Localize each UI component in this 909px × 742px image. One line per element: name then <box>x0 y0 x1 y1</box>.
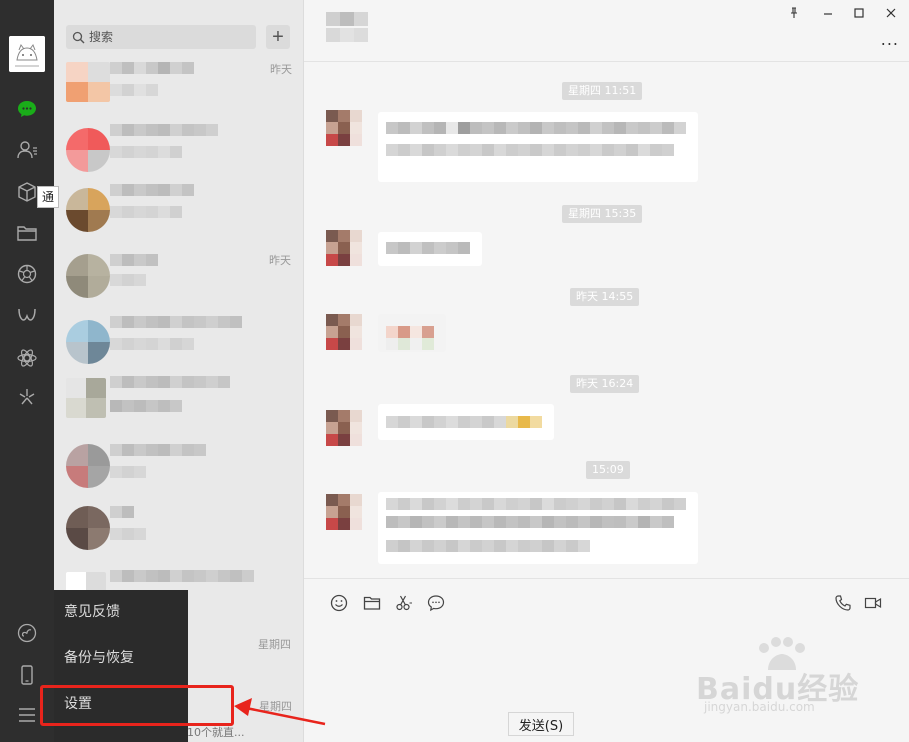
gear-flower-icon[interactable] <box>14 345 40 371</box>
menu-item-feedback[interactable]: 意见反馈 <box>54 590 188 634</box>
avatar <box>326 494 362 530</box>
avatar <box>66 320 110 364</box>
list-item[interactable] <box>54 178 303 240</box>
avatar-cat-icon <box>9 36 45 72</box>
message-bubble[interactable] <box>378 492 698 564</box>
mini-program-icon[interactable] <box>14 620 40 646</box>
avatar <box>326 410 362 446</box>
moments-icon[interactable] <box>14 261 40 287</box>
avatar[interactable] <box>9 36 45 72</box>
nav-tooltip: 通 <box>37 186 60 208</box>
avatar <box>66 506 110 550</box>
chat-panel: ... 星期四 11:51 星期四 15:35 昨天 14:55 昨天 16:2… <box>304 0 909 742</box>
search-icon <box>72 31 85 43</box>
conversation-time: 昨天 <box>270 63 292 76</box>
contacts-icon[interactable] <box>14 137 40 163</box>
watermark-url: jingyan.baidu.com <box>704 700 815 714</box>
phone-icon[interactable] <box>14 662 40 688</box>
menu-icon[interactable] <box>14 702 40 728</box>
wave-icon[interactable] <box>14 303 40 329</box>
chat-title <box>326 12 368 26</box>
sticker-message[interactable] <box>378 314 446 352</box>
search-input[interactable] <box>89 30 249 44</box>
video-call-icon[interactable] <box>862 592 884 614</box>
message-bubble[interactable] <box>378 404 554 440</box>
avatar <box>66 254 110 298</box>
list-item[interactable] <box>54 368 303 430</box>
list-item[interactable] <box>54 118 303 180</box>
message-timestamp: 星期四 15:35 <box>562 205 643 223</box>
send-button[interactable]: 发送(S) <box>508 712 574 736</box>
chat-bubble-icon[interactable] <box>425 592 447 614</box>
avatar <box>326 314 362 350</box>
annotation-highlight-box <box>40 685 234 726</box>
nav-bar: 通 <box>0 0 60 742</box>
message-timestamp: 15:09 <box>586 461 630 479</box>
sparkle-icon[interactable] <box>14 384 40 410</box>
search-box[interactable] <box>66 25 256 49</box>
message-timestamp: 昨天 14:55 <box>570 288 640 306</box>
menu-item-backup[interactable]: 备份与恢复 <box>54 636 188 680</box>
list-item[interactable] <box>54 244 303 306</box>
list-item[interactable] <box>54 310 303 372</box>
close-icon[interactable] <box>879 4 903 22</box>
scissors-icon[interactable] <box>393 592 415 614</box>
annotation-arrow-icon <box>234 698 326 726</box>
message-bubble[interactable] <box>378 232 482 266</box>
message-bubble[interactable] <box>378 112 698 182</box>
folder-icon[interactable] <box>361 592 383 614</box>
avatar <box>326 110 362 146</box>
chat-icon[interactable] <box>14 96 40 122</box>
avatar <box>66 128 110 172</box>
avatar <box>66 62 110 102</box>
add-button[interactable]: + <box>266 25 290 49</box>
voice-call-icon[interactable] <box>832 592 854 614</box>
pin-icon[interactable] <box>782 4 806 22</box>
avatar <box>326 230 362 266</box>
maximize-icon[interactable] <box>847 4 871 22</box>
list-item[interactable] <box>54 434 303 496</box>
message-timestamp: 昨天 16:24 <box>570 375 640 393</box>
folder-icon[interactable] <box>14 220 40 246</box>
minimize-icon[interactable] <box>816 4 840 22</box>
more-options-button[interactable]: ... <box>881 30 899 49</box>
avatar <box>66 378 106 418</box>
conversation-time: 星期四 <box>258 638 291 651</box>
watermark: Baidu经验 jingyan.baidu.com <box>696 636 866 716</box>
chat-toolbar <box>304 578 909 624</box>
avatar <box>66 444 110 488</box>
conversation-time: 昨天 <box>269 254 291 267</box>
chat-header: ... <box>304 0 909 62</box>
message-timestamp: 星期四 11:51 <box>562 82 643 100</box>
avatar <box>66 188 110 232</box>
list-item[interactable] <box>54 496 303 558</box>
list-item[interactable]: 昨天 <box>54 58 303 120</box>
emoji-icon[interactable] <box>328 592 350 614</box>
